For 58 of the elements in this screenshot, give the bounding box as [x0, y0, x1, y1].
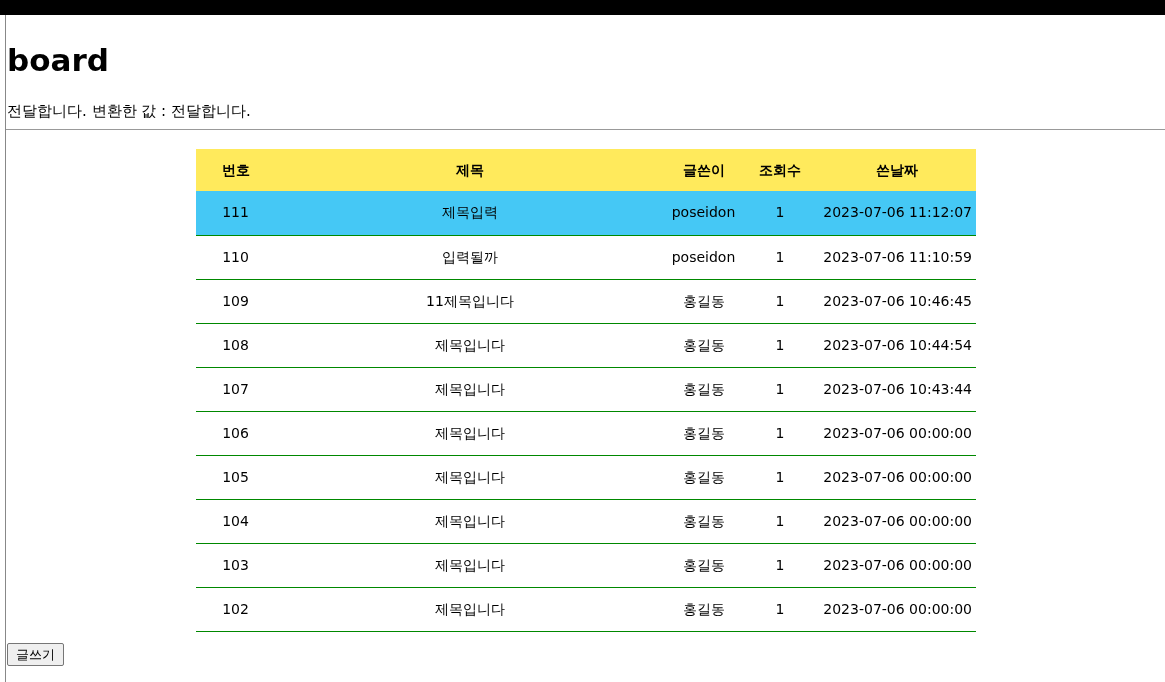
message-text: 전달합니다. 변환한 값 : 전달합니다. — [7, 101, 252, 121]
table-cell: 홍길동 — [665, 367, 742, 411]
table-cell[interactable]: 제목입니다 — [275, 587, 665, 631]
table-cell[interactable]: 제목입니다 — [275, 543, 665, 587]
table-cell[interactable]: 제목입니다 — [275, 323, 665, 367]
table-cell: 홍길동 — [665, 587, 742, 631]
table-cell: 2023-07-06 11:10:59 — [818, 235, 976, 279]
table-cell: 2023-07-06 00:00:00 — [818, 499, 976, 543]
table-cell[interactable]: 제목입니다 — [275, 411, 665, 455]
table-cell: 107 — [196, 367, 275, 411]
table-cell: 106 — [196, 411, 275, 455]
table-cell: 109 — [196, 279, 275, 323]
table-cell: 1 — [742, 455, 818, 499]
table-cell: 102 — [196, 587, 275, 631]
table-cell: 104 — [196, 499, 275, 543]
table-cell: 1 — [742, 411, 818, 455]
table-cell: 2023-07-06 00:00:00 — [818, 587, 976, 631]
table-cell: 홍길동 — [665, 279, 742, 323]
table-cell: 홍길동 — [665, 323, 742, 367]
page-heading: board — [6, 41, 110, 79]
table-cell: 2023-07-06 00:00:00 — [818, 411, 976, 455]
table-cell: 홍길동 — [665, 411, 742, 455]
table-cell: 111 — [196, 191, 275, 235]
column-header: 글쓴이 — [665, 149, 742, 191]
table-cell: 1 — [742, 323, 818, 367]
table-cell: 2023-07-06 10:44:54 — [818, 323, 976, 367]
column-header: 제목 — [275, 149, 665, 191]
table-cell[interactable]: 제목입력 — [275, 191, 665, 235]
table-cell: 1 — [742, 279, 818, 323]
table-cell: poseidon — [665, 191, 742, 235]
table-cell: 2023-07-06 10:43:44 — [818, 367, 976, 411]
table-cell: 108 — [196, 323, 275, 367]
table-cell: 홍길동 — [665, 543, 742, 587]
table-cell: 1 — [742, 499, 818, 543]
table-cell: 2023-07-06 11:12:07 — [818, 191, 976, 235]
table-cell: 1 — [742, 587, 818, 631]
table-cell[interactable]: 제목입니다 — [275, 367, 665, 411]
table-cell: 1 — [742, 235, 818, 279]
column-header: 번호 — [196, 149, 275, 191]
table-cell: 1 — [742, 543, 818, 587]
table-cell: 110 — [196, 235, 275, 279]
table-cell[interactable]: 제목입니다 — [275, 455, 665, 499]
table-cell: 1 — [742, 367, 818, 411]
table-cell: 2023-07-06 00:00:00 — [818, 455, 976, 499]
column-header: 쓴날짜 — [818, 149, 976, 191]
table-cell[interactable]: 입력될까 — [275, 235, 665, 279]
table-cell: 105 — [196, 455, 275, 499]
table-cell: 2023-07-06 10:46:45 — [818, 279, 976, 323]
table-cell: 홍길동 — [665, 455, 742, 499]
table-cell[interactable]: 11제목입니다 — [275, 279, 665, 323]
table-cell: 1 — [742, 191, 818, 235]
table-cell: 2023-07-06 00:00:00 — [818, 543, 976, 587]
table-cell: poseidon — [665, 235, 742, 279]
table-cell[interactable]: 제목입니다 — [275, 499, 665, 543]
write-button[interactable]: 글쓰기 — [7, 642, 64, 666]
column-header: 조회수 — [742, 149, 818, 191]
table-cell: 103 — [196, 543, 275, 587]
table-cell: 홍길동 — [665, 499, 742, 543]
